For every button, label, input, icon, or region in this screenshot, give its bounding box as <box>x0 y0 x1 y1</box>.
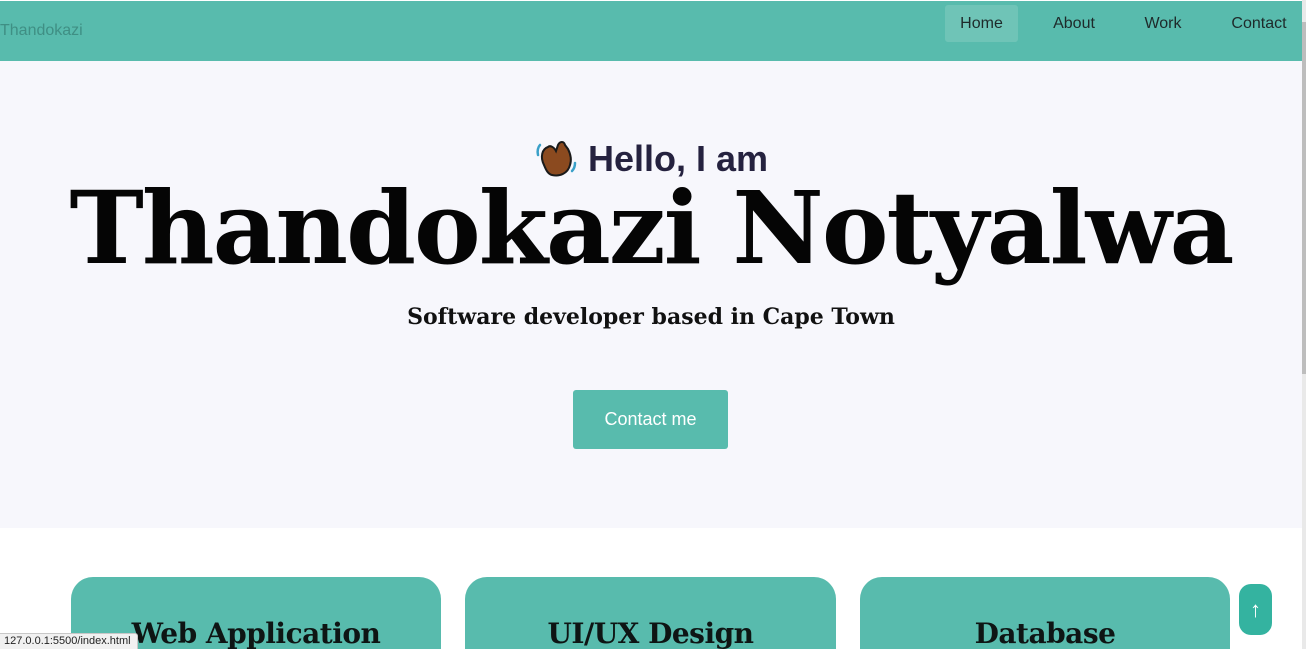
service-card-title: Database <box>974 617 1116 649</box>
hero-name: Thandokazi Notyalwa <box>69 169 1235 287</box>
top-navbar: Thandokazi Home About Work Contact <box>0 1 1302 61</box>
nav-link-contact[interactable]: Contact <box>1220 5 1298 42</box>
scroll-to-top-button[interactable]: ↑ <box>1239 584 1272 635</box>
scrollbar-thumb[interactable] <box>1302 22 1306 374</box>
browser-status-url: 127.0.0.1:5500/index.html <box>0 633 138 649</box>
nav-link-home[interactable]: Home <box>945 5 1018 42</box>
nav-links: Home About Work Contact <box>0 4 1302 44</box>
nav-link-work[interactable]: Work <box>1133 5 1193 42</box>
service-card-ui-ux-design: UI/UX Design <box>465 577 836 649</box>
contact-me-button[interactable]: Contact me <box>573 390 728 449</box>
hero-subtitle: Software developer based in Cape Town <box>407 304 895 330</box>
service-card-database: Database <box>860 577 1230 649</box>
page-scrollbar[interactable] <box>1302 0 1306 649</box>
service-card-title: UI/UX Design <box>547 617 754 649</box>
nav-link-about[interactable]: About <box>1040 5 1108 42</box>
hero-section: Hello, I am Thandokazi Notyalwa Software… <box>0 61 1302 528</box>
